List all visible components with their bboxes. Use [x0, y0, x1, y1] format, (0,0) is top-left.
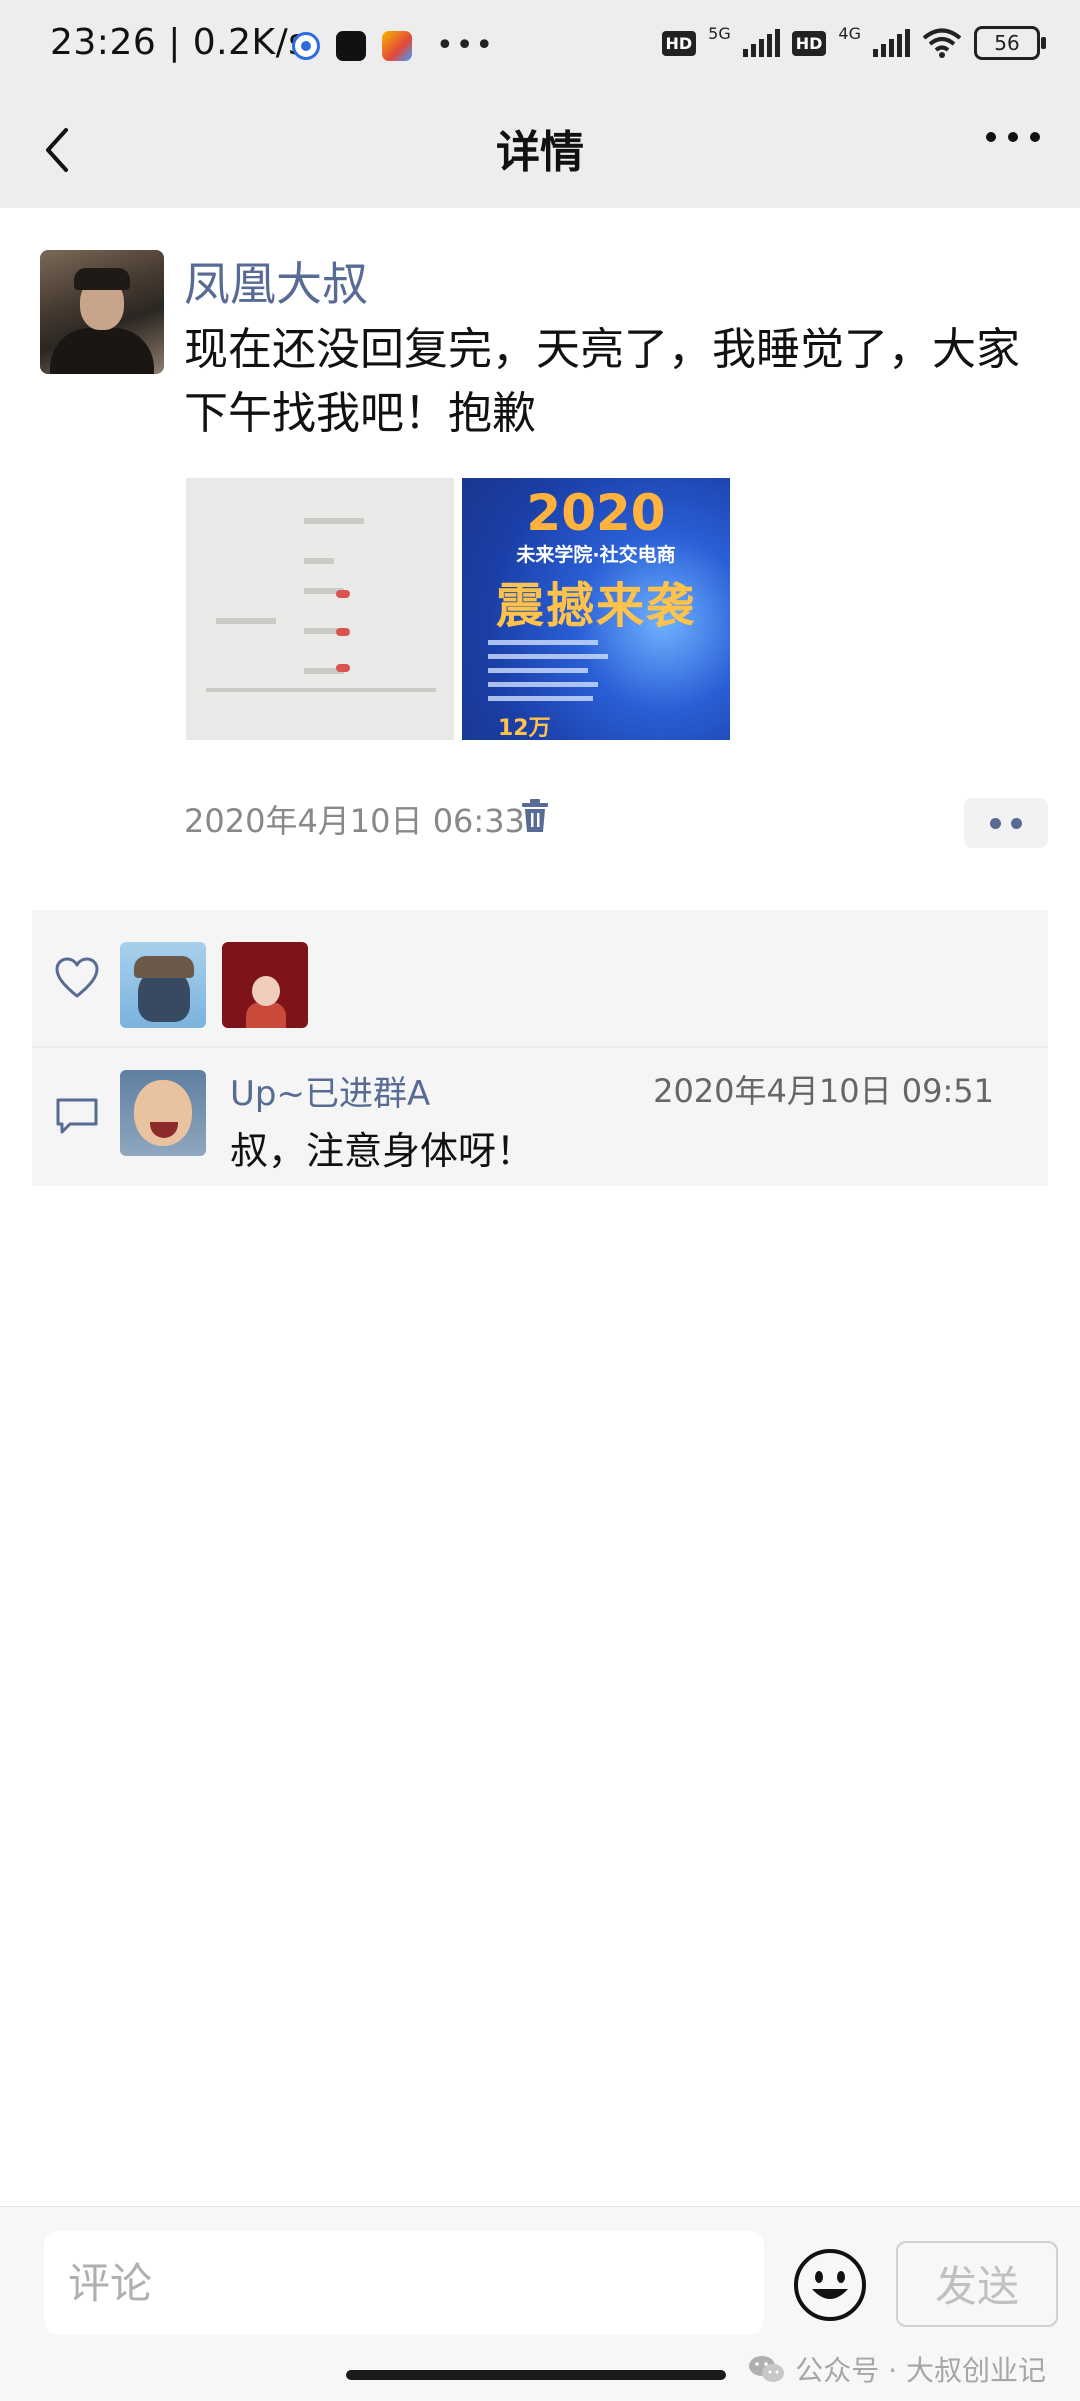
comment-icon [56, 1098, 98, 1134]
page-title: 详情 [496, 127, 584, 178]
network-label: 4G [838, 23, 861, 43]
comment-item[interactable]: Up~已进群A 2020年4月10日 09:51 叔，注意身体呀！ [32, 1048, 1048, 1186]
status-time: 23:26 | 0.2K/s [50, 22, 308, 63]
more-notifications-icon: ••• [436, 28, 496, 63]
commenter-avatar[interactable] [120, 1070, 206, 1156]
comment-timestamp: 2020年4月10日 09:51 [653, 1072, 994, 1110]
likes-row [32, 910, 1048, 1046]
poster-footer: 12万 [498, 716, 551, 740]
signal-icon [742, 29, 780, 57]
liker-avatar[interactable] [120, 942, 206, 1028]
watermark: 公众号 · 大叔创业记 [747, 2349, 1046, 2389]
comment-text: 叔，注意身体呀！ [230, 1129, 535, 1173]
hd-badge: HD [661, 30, 697, 56]
delete-icon[interactable] [520, 798, 550, 834]
heart-icon [55, 957, 99, 998]
app-notification-icon [292, 31, 320, 60]
poster-subtitle: 未来学院·社交电商 [516, 544, 676, 566]
liker-avatar[interactable] [222, 942, 308, 1028]
author-avatar[interactable] [40, 250, 164, 374]
home-indicator[interactable] [346, 2370, 726, 2380]
post-timestamp: 2020年4月10日 06:33 [184, 802, 525, 840]
status-indicators: HD 5G HD 4G 56 [661, 23, 1046, 60]
post-image-poster[interactable]: 2020 未来学院·社交电商 震撼来袭 12万 [462, 478, 730, 740]
signal-icon [873, 29, 910, 57]
poster-year: 2020 [526, 484, 666, 542]
author-name[interactable]: 凤凰大叔 [184, 248, 368, 314]
wifi-icon [922, 28, 962, 58]
comment-input[interactable] [44, 2231, 764, 2335]
more-options-icon[interactable] [986, 132, 1040, 142]
post-text: 现在还没回复完，天亮了，我睡觉了，大家下午找我吧！抱歉 [184, 324, 1020, 439]
commenter-name[interactable]: Up~已进群A [230, 1066, 430, 1115]
battery-icon: 56 [974, 26, 1046, 60]
post-actions-button[interactable] [964, 798, 1048, 848]
watermark-text: 公众号 · 大叔创业记 [795, 2354, 1046, 2387]
network-label: 5G [708, 23, 731, 43]
interactions-panel: Up~已进群A 2020年4月10日 09:51 叔，注意身体呀！ [32, 910, 1048, 1186]
post-image-screenshot[interactable] [186, 478, 454, 740]
status-app-icons: ••• [292, 28, 495, 63]
poster-headline: 震撼来袭 [495, 578, 696, 634]
status-bar: 23:26 | 0.2K/s ••• HD 5G HD 4G 56 [0, 0, 1080, 90]
emoji-icon[interactable] [792, 2247, 868, 2323]
app-notification-icon [382, 30, 412, 61]
send-button[interactable]: 发送 [896, 2241, 1058, 2327]
capcut-icon [336, 30, 366, 61]
wechat-icon [749, 2356, 785, 2382]
hd-badge: HD [791, 30, 827, 56]
nav-bar: 详情 [0, 90, 1080, 208]
